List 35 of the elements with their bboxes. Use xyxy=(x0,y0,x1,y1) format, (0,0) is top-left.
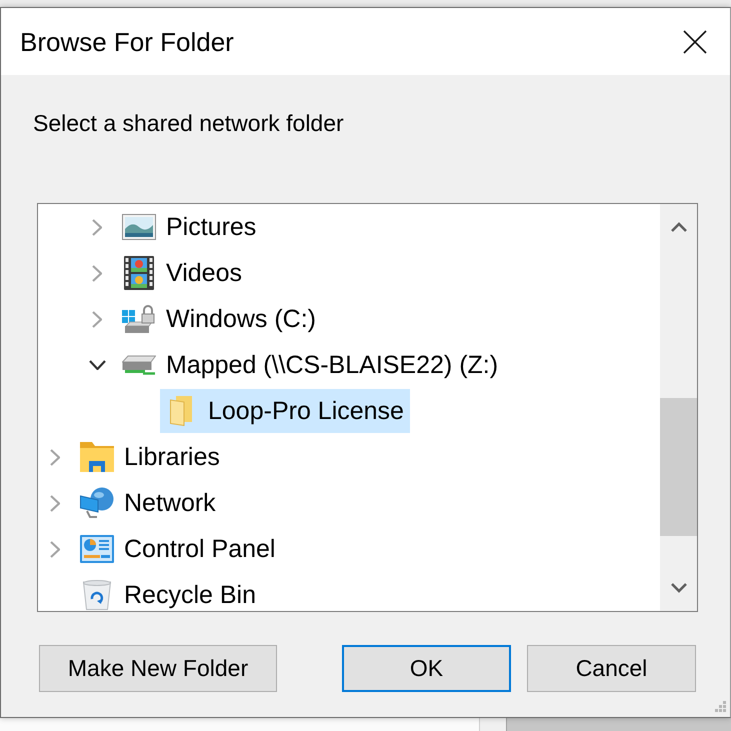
instruction-text: Select a shared network folder xyxy=(33,109,344,137)
chevron-down-icon xyxy=(670,583,686,593)
chevron-down-icon[interactable] xyxy=(88,360,106,370)
chevron-right-icon[interactable] xyxy=(50,448,60,466)
tree-item[interactable]: Loop-Pro License xyxy=(160,389,410,433)
resize-grip-icon[interactable] xyxy=(715,701,726,712)
dialog-button[interactable]: Make New Folder xyxy=(39,645,277,692)
control-panel-icon xyxy=(80,535,114,563)
chevron-right-icon[interactable] xyxy=(50,540,60,558)
scrollbar-thumb[interactable] xyxy=(660,398,697,536)
tree-item[interactable]: Network xyxy=(76,481,222,525)
picture-icon xyxy=(122,214,156,240)
close-icon xyxy=(683,30,707,54)
globe-monitor-icon xyxy=(80,487,114,519)
library-folder-icon xyxy=(80,442,114,472)
drive-icon xyxy=(122,354,156,376)
chevron-right-icon[interactable] xyxy=(92,218,102,236)
tree-item[interactable]: Recycle Bin xyxy=(76,573,262,611)
window-title: Browse For Folder xyxy=(20,26,234,56)
folder-icon xyxy=(170,396,192,426)
drive-with-lock-icon xyxy=(122,304,156,334)
chevron-right-icon[interactable] xyxy=(50,494,60,512)
tree-item[interactable]: Libraries xyxy=(76,435,226,479)
tree-item[interactable]: Windows (C:) xyxy=(118,297,322,341)
dialog-button[interactable]: OK xyxy=(342,645,511,692)
tree-item[interactable]: Control Panel xyxy=(76,527,282,571)
tree-item[interactable]: Videos xyxy=(118,251,248,295)
tree-item[interactable]: Pictures xyxy=(118,205,262,249)
dialog-button[interactable]: Cancel xyxy=(527,645,696,692)
tree-item[interactable]: Mapped (\\CS-BLAISE22) (Z:) xyxy=(118,343,504,387)
chevron-up-icon xyxy=(670,222,686,232)
recycle-bin-icon xyxy=(83,580,111,610)
chevron-right-icon[interactable] xyxy=(92,264,102,282)
film-strip-icon xyxy=(124,256,154,290)
chevron-right-icon[interactable] xyxy=(92,310,102,328)
